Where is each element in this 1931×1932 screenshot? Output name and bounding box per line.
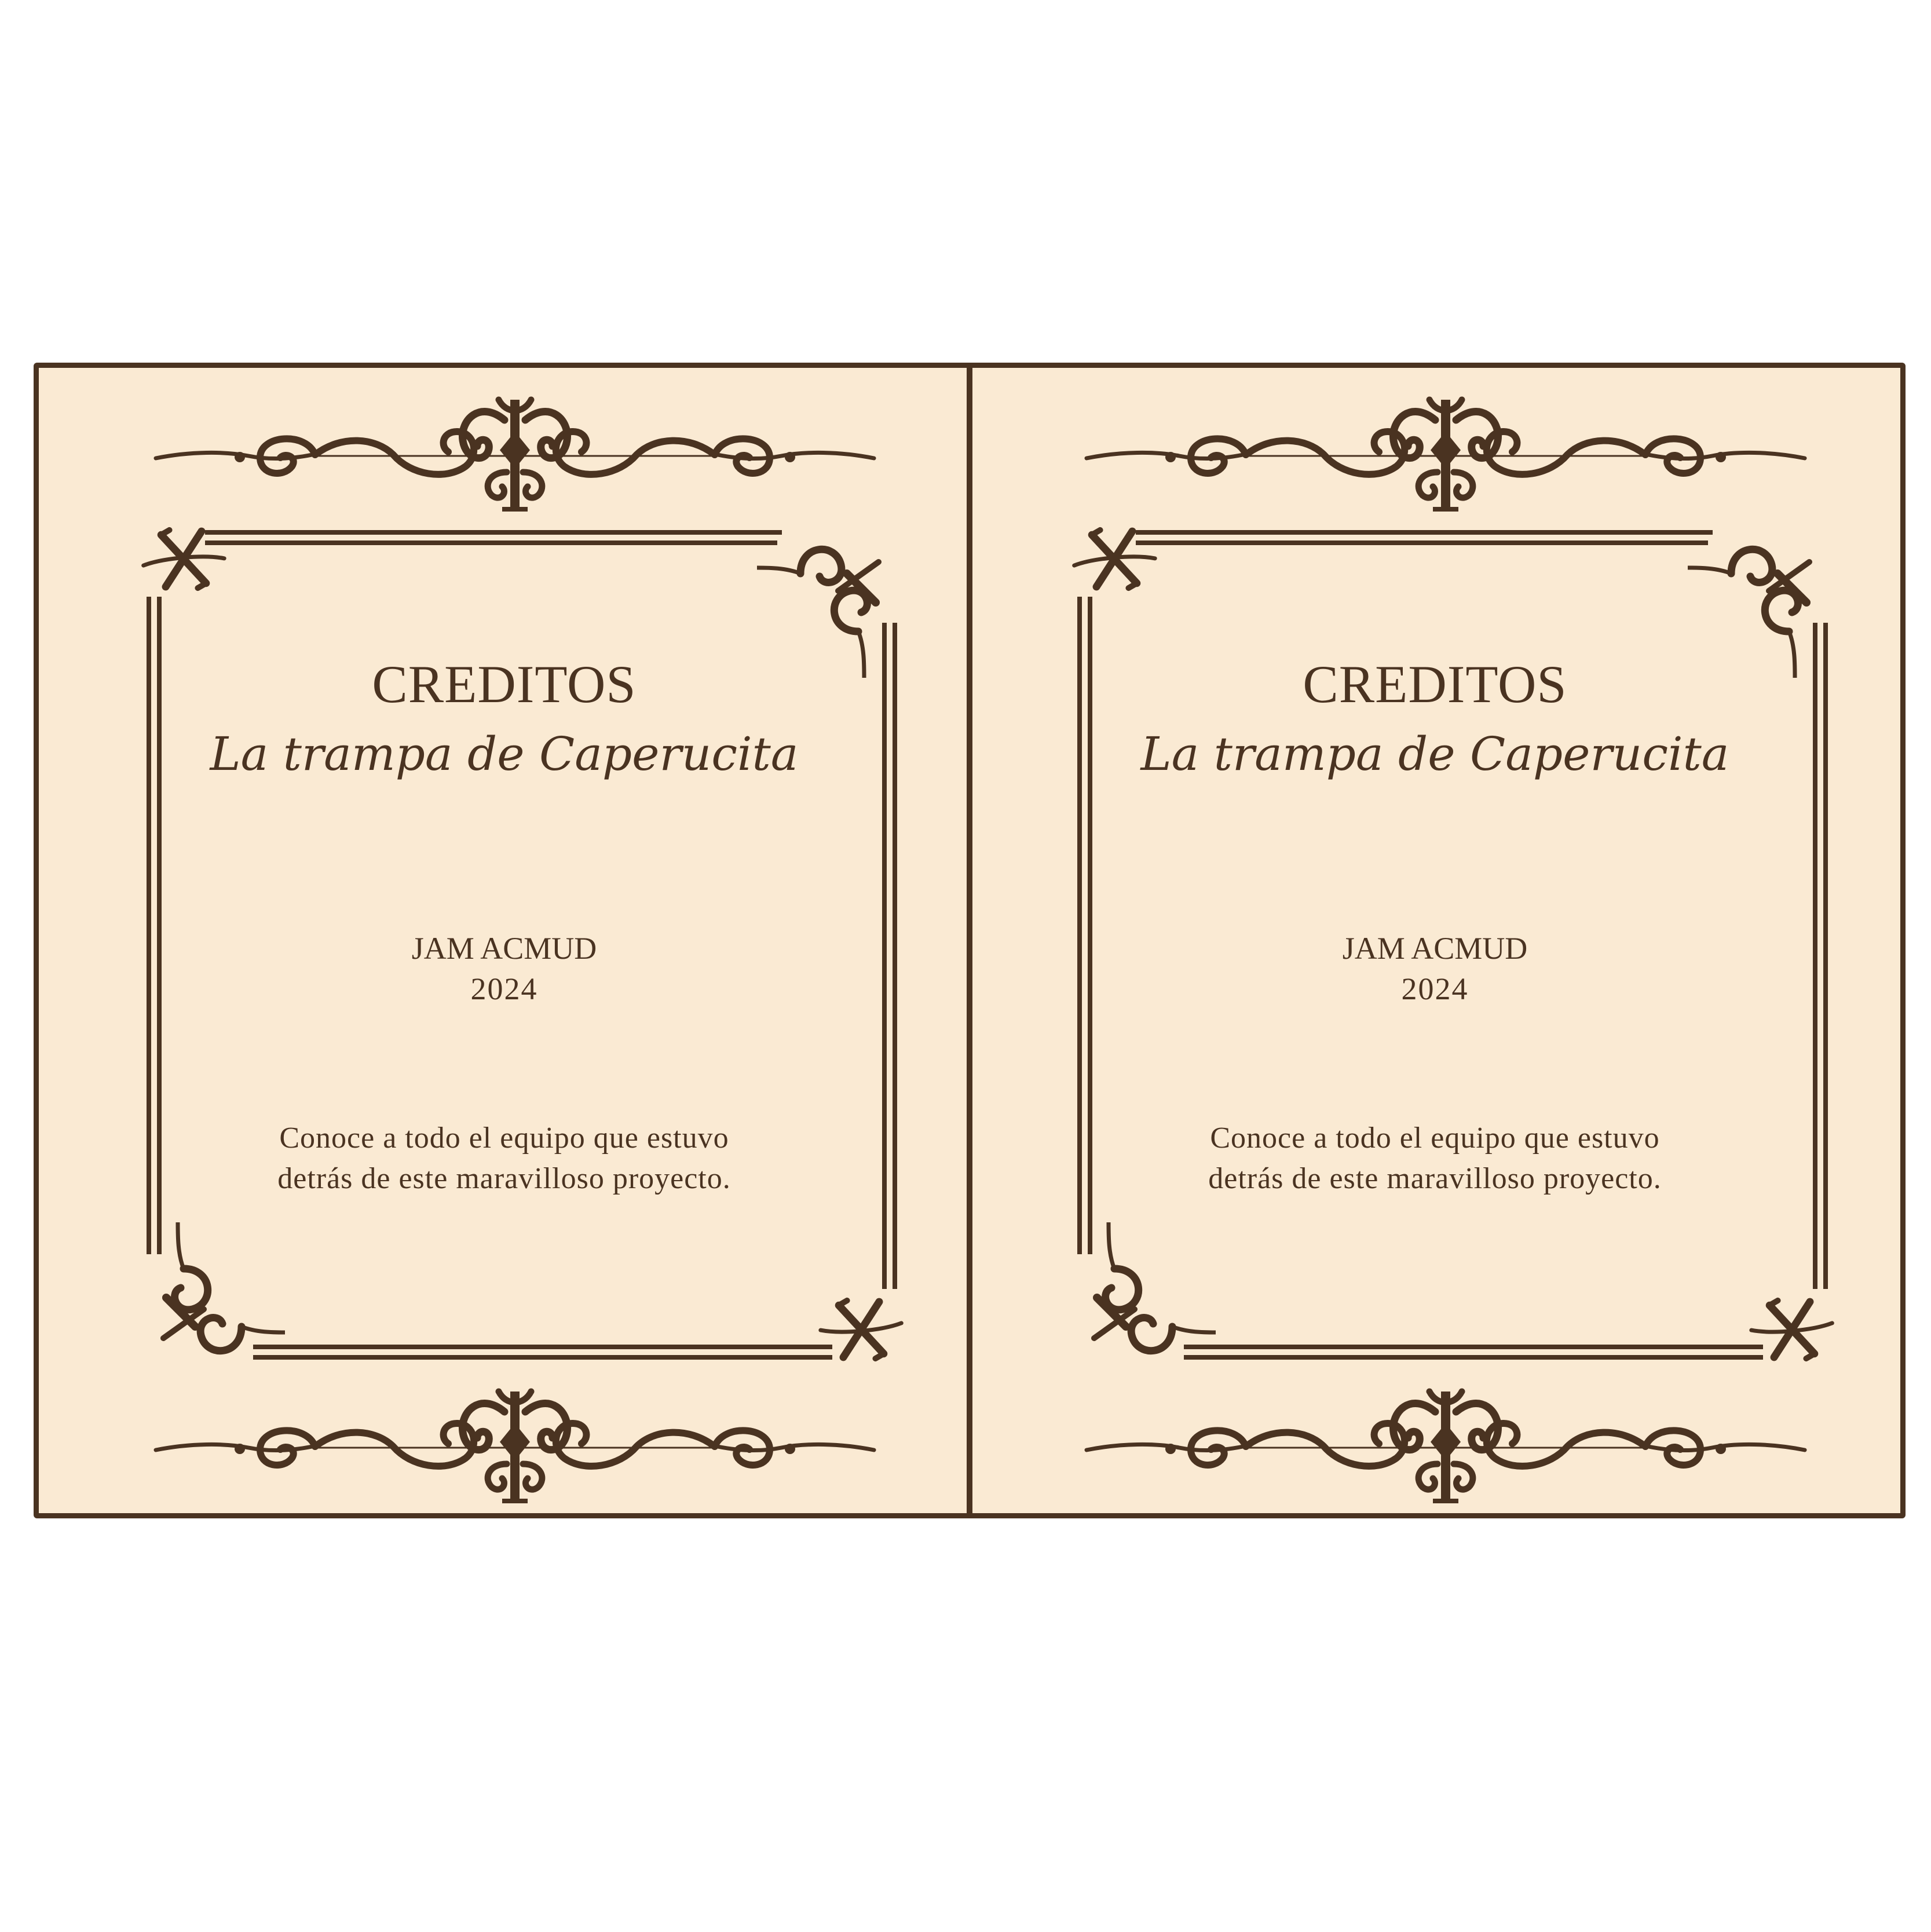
credits-blurb: Conoce a todo el equipo que estuvo detrá… (39, 1118, 970, 1199)
page-subtitle: La trampa de Caperucita (1140, 727, 1729, 781)
right-page: CREDITOS La trampa de Caperucita JAM ACM… (970, 368, 1900, 1513)
page-title: CREDITOS (372, 655, 637, 714)
book-spread: CREDITOS La trampa de Caperucita JAM ACM… (34, 363, 1906, 1518)
year: 2024 (1401, 972, 1469, 1006)
credits-blurb: Conoce a todo el equipo que estuvo detrá… (970, 1118, 1900, 1199)
blurb-line: Conoce a todo el equipo que estuvo (1210, 1122, 1660, 1155)
blurb-line: Conoce a todo el equipo que estuvo (279, 1122, 729, 1155)
blurb-line: detrás de este maravilloso proyecto. (1208, 1162, 1662, 1195)
author-name: JAM ACMUD (411, 931, 597, 966)
left-page: CREDITOS La trampa de Caperucita JAM ACM… (39, 368, 970, 1513)
author-name: JAM ACMUD (1342, 931, 1528, 966)
page-subtitle: La trampa de Caperucita (210, 727, 799, 781)
year: 2024 (470, 972, 538, 1006)
page-title: CREDITOS (1303, 655, 1567, 714)
blurb-line: detrás de este maravilloso proyecto. (277, 1162, 731, 1195)
